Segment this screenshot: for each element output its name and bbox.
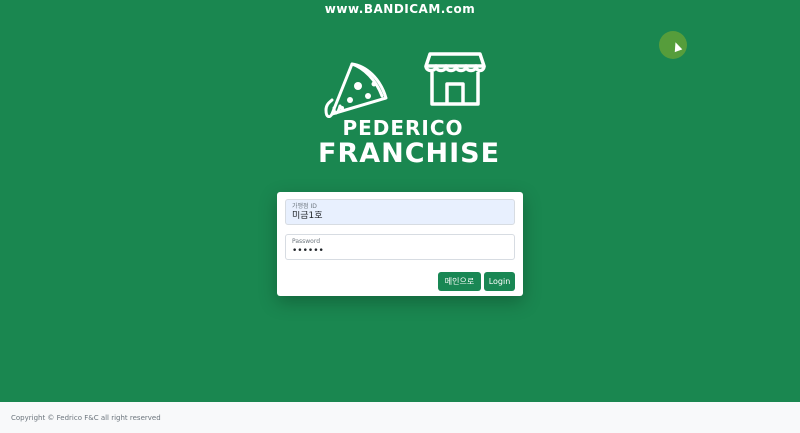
store-icon: [424, 52, 486, 106]
brand-name-line2: FRANCHISE: [318, 138, 501, 169]
main-area: www.BANDICAM.com PEDERICO FRANCHISE 가맹점 …: [0, 0, 800, 402]
password-field[interactable]: Password: [285, 234, 515, 260]
copyright-text: Copyright © Fedrico F&C all right reserv…: [11, 414, 161, 422]
store-id-field[interactable]: 가맹점 ID: [285, 199, 515, 225]
store-id-input[interactable]: [292, 211, 508, 222]
password-label: Password: [292, 238, 321, 245]
password-input[interactable]: [292, 246, 508, 257]
pizza-icon: [324, 62, 388, 118]
login-card: 가맹점 ID Password 메인으로 Login: [277, 192, 523, 296]
brand-logo: PEDERICO FRANCHISE: [318, 50, 501, 175]
login-button[interactable]: Login: [484, 272, 515, 291]
footer: Copyright © Fedrico F&C all right reserv…: [0, 402, 800, 433]
store-id-label: 가맹점 ID: [292, 203, 317, 210]
brand-name-line1: PEDERICO: [342, 116, 464, 140]
go-main-button[interactable]: 메인으로: [438, 272, 481, 291]
bandicam-watermark: www.BANDICAM.com: [324, 2, 476, 16]
